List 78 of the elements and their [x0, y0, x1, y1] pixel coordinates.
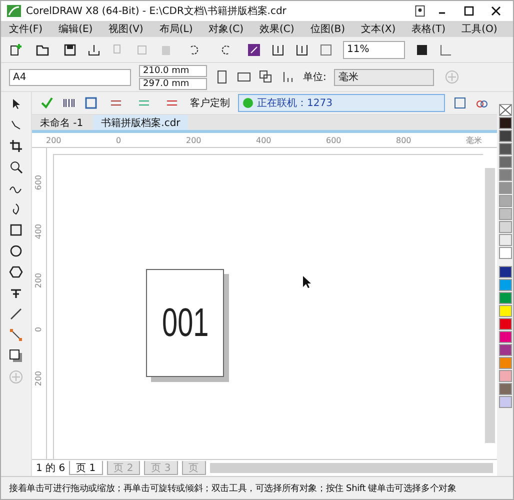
shape-edit-icon[interactable]	[9, 118, 23, 132]
window-title: CorelDRAW X8 (64-Bit) - E:\CDR文档\书籍拼版档案.cdr	[26, 4, 288, 18]
polygon-icon[interactable]	[9, 265, 23, 279]
text-tool-icon[interactable]	[9, 286, 23, 300]
custom-menu[interactable]: 客户定制	[190, 96, 230, 110]
color-swatch[interactable]	[498, 247, 512, 259]
unit-dropdown[interactable]: 毫米	[334, 68, 434, 86]
page-tab[interactable]: 页 1	[69, 461, 103, 475]
user-icon[interactable]	[414, 4, 426, 18]
menu-item[interactable]: 布局(L)	[159, 22, 193, 36]
color-swatch[interactable]	[498, 370, 512, 382]
new-document-icon[interactable]	[9, 42, 23, 56]
color-swatch[interactable]	[498, 266, 512, 278]
import-icon[interactable]	[271, 42, 285, 56]
launcher-icon[interactable]	[247, 42, 261, 56]
color-swatch[interactable]	[498, 396, 512, 408]
menu-item[interactable]: 位图(B)	[310, 22, 345, 36]
landscape-icon[interactable]	[237, 70, 251, 84]
document-tab[interactable]: 未命名 -1	[32, 115, 92, 130]
pages-icon[interactable]	[259, 70, 273, 84]
page-height-field[interactable]: 297.0 mm	[139, 78, 207, 90]
cursor-icon	[302, 275, 312, 289]
color-swatch[interactable]	[498, 221, 512, 233]
menu-item[interactable]: 工具(O)	[462, 22, 498, 36]
connector-icon[interactable]	[9, 328, 23, 342]
page-size-dropdown[interactable]: A4	[9, 68, 131, 86]
portrait-icon[interactable]	[215, 70, 229, 84]
color-swatch[interactable]	[498, 130, 512, 142]
document-tab[interactable]: 书籍拼版档案.cdr	[93, 115, 188, 130]
online-status-bar: 正在联机：1273	[238, 94, 445, 112]
color-swatch[interactable]	[498, 357, 512, 369]
check-icon[interactable]	[40, 96, 54, 110]
menu-item[interactable]: 对象(C)	[208, 22, 244, 36]
color-swatch[interactable]	[498, 279, 512, 291]
color-swatch[interactable]	[498, 143, 512, 155]
crop-icon[interactable]	[9, 139, 23, 153]
menu-item[interactable]: 视图(V)	[108, 22, 144, 36]
page-counter: 1 的 6	[36, 462, 66, 475]
menu-item[interactable]: 文件(F)	[9, 22, 43, 36]
app-logo-icon	[7, 5, 21, 17]
color-swatch[interactable]	[498, 117, 512, 129]
color-swatch[interactable]	[498, 344, 512, 356]
color-swatch[interactable]	[498, 156, 512, 168]
horizontal-ruler: 200 0 200 400 600 800 毫米	[32, 133, 497, 148]
color-swatch[interactable]	[498, 305, 512, 317]
zoom-icon[interactable]	[9, 160, 23, 174]
color-swatch[interactable]	[498, 169, 512, 181]
status-dot-icon	[243, 98, 253, 108]
rectangle-icon[interactable]	[9, 223, 23, 237]
color-swatch[interactable]	[498, 292, 512, 304]
color-swatch[interactable]	[498, 331, 512, 343]
color-swatch[interactable]	[498, 383, 512, 395]
export-icon[interactable]	[295, 42, 309, 56]
color-swatch[interactable]	[498, 234, 512, 246]
page-width-field[interactable]: 210.0 mm	[139, 64, 207, 76]
line-icon[interactable]	[9, 307, 23, 321]
full-screen-icon[interactable]	[415, 42, 429, 56]
color-swatch[interactable]	[498, 182, 512, 194]
horizontal-scrollbar[interactable]	[210, 463, 493, 473]
color-swatch[interactable]	[498, 195, 512, 207]
zoom-dropdown[interactable]: 11%	[343, 40, 405, 58]
ellipse-icon[interactable]	[9, 244, 23, 258]
export-icon[interactable]	[87, 42, 101, 56]
color-swatch[interactable]	[498, 318, 512, 330]
drop-shadow-icon[interactable]	[9, 349, 23, 363]
color-swatch[interactable]	[498, 208, 512, 220]
unit-label: 单位:	[303, 70, 326, 84]
menu-item[interactable]: 编辑(E)	[58, 22, 93, 36]
save-icon[interactable]	[63, 42, 77, 56]
menu-item[interactable]: 文本(X)	[360, 22, 396, 36]
bleed-icon[interactable]	[281, 70, 295, 84]
no-color-icon[interactable]	[498, 104, 512, 116]
status-text: 接着单击可进行拖动或缩放；再单击可旋转或倾斜；双击工具，可选择所有对象；按住 Shift 键单击可选择多个对象	[1, 476, 513, 499]
menu-item[interactable]: 表格(T)	[412, 22, 446, 36]
ruler-icon[interactable]	[439, 42, 453, 56]
vertical-scrollbar[interactable]	[485, 168, 495, 443]
vertical-ruler: 600 400 200 0 200	[32, 148, 47, 459]
menu-item[interactable]: 效果(C)	[260, 22, 294, 36]
